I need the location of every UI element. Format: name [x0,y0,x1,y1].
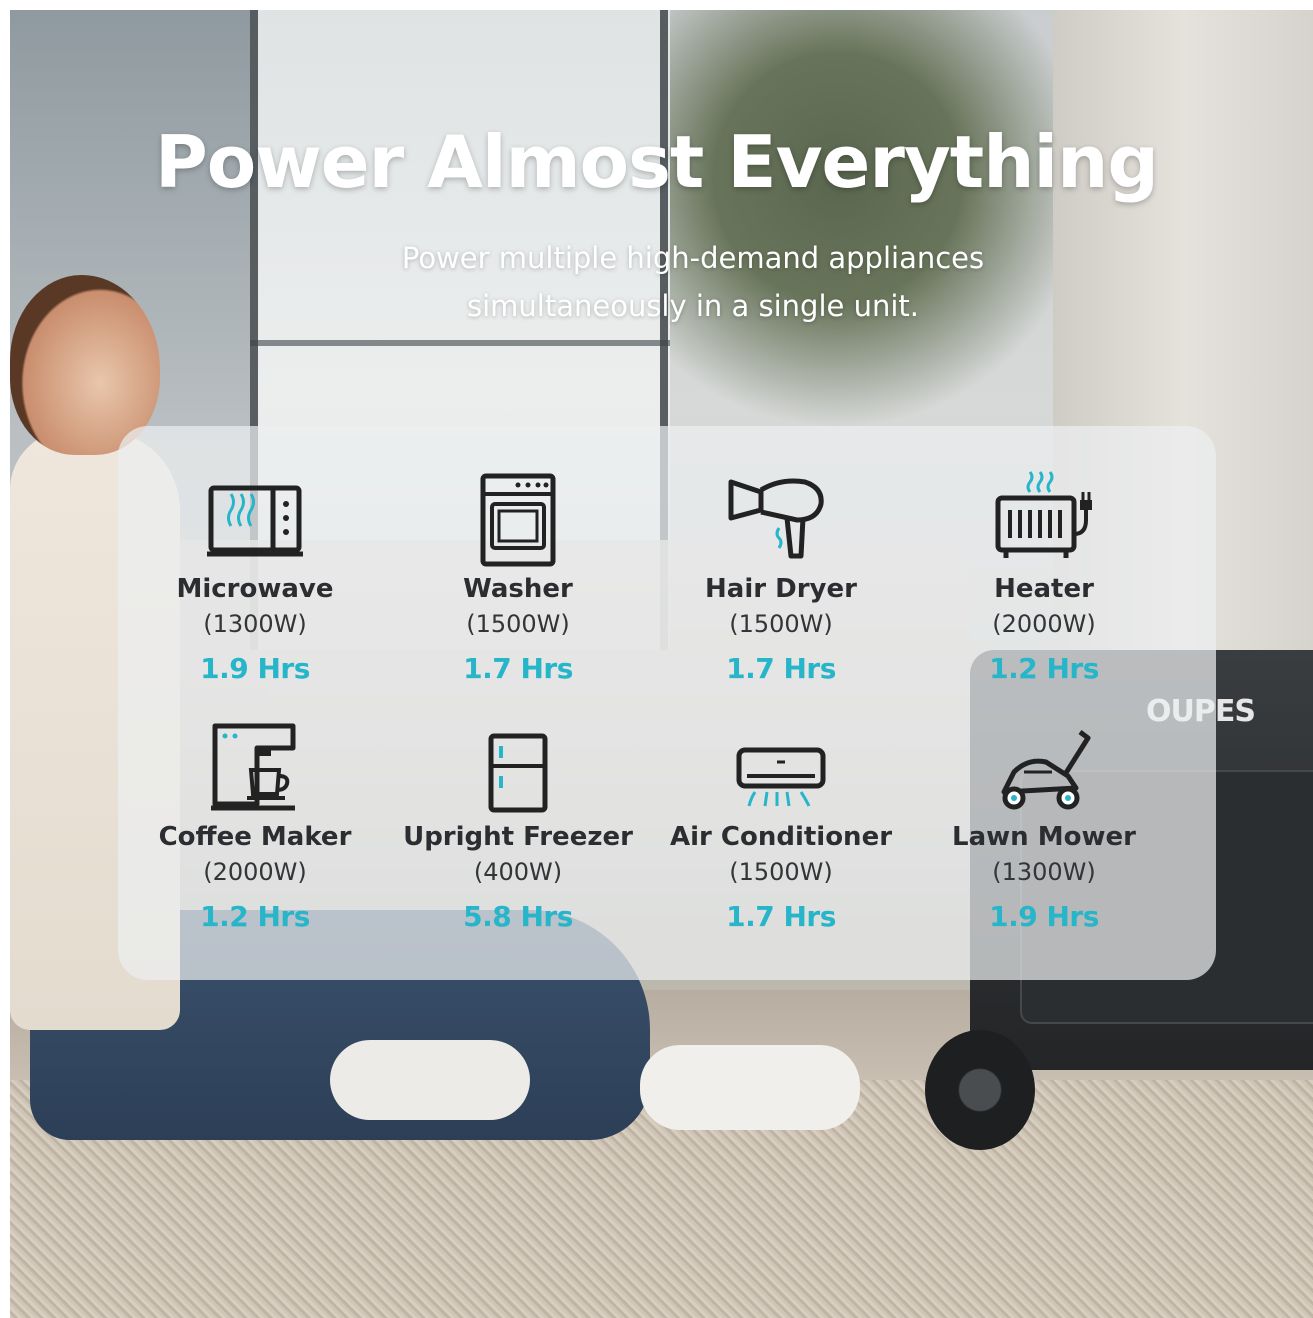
appliance-name: Air Conditioner [669,822,893,852]
appliance-runtime: 1.7 Hrs [726,900,836,933]
subtitle-line: simultaneously in a single unit. [466,289,919,323]
appliance-runtime: 1.2 Hrs [989,652,1099,685]
hair-dryer-icon [728,478,824,559]
appliance-wattage: (1500W) [729,858,833,886]
appliance-name: Heater [994,574,1094,604]
plant [670,10,1090,430]
appliance-card: Hair Dryer (1500W) 1.7 Hrs [650,470,912,685]
coffee-maker-icon [211,723,296,811]
subtitle-line: Power multiple high-demand appliances [401,241,985,275]
appliance-wattage: (1300W) [203,610,307,638]
appliance-card: Microwave (1300W) 1.9 Hrs [124,470,386,685]
lawn-mower-icon [1001,730,1091,810]
microwave-icon [207,485,303,557]
appliance-name: Lawn Mower [952,822,1136,852]
appliance-runtime: 1.7 Hrs [463,652,573,685]
appliance-name: Washer [463,574,573,604]
power-station-wheel [925,1030,1035,1150]
person-sock [640,1045,860,1130]
washer-icon [480,473,556,567]
appliance-runtime: 1.2 Hrs [200,900,310,933]
appliance-card: Heater (2000W) 1.2 Hrs [913,470,1175,685]
page-title: Power Almost Everything [155,120,1159,204]
appliance-runtime: 1.7 Hrs [726,652,836,685]
appliance-runtime: 5.8 Hrs [463,900,573,933]
appliance-card: Coffee Maker (2000W) 1.2 Hrs [124,718,386,933]
person-sock [330,1040,530,1120]
appliance-runtime: 1.9 Hrs [200,652,310,685]
air-conditioner-icon [736,747,826,807]
appliance-name: Hair Dryer [705,574,857,604]
appliance-card: Washer (1500W) 1.7 Hrs [387,470,649,685]
appliance-wattage: (2000W) [203,858,307,886]
appliance-card: Lawn Mower (1300W) 1.9 Hrs [913,718,1175,933]
heater-icon [995,471,1092,558]
appliance-card: Upright Freezer (400W) 5.8 Hrs [387,718,649,933]
appliance-wattage: (400W) [473,858,563,886]
appliance-runtime: 1.9 Hrs [989,900,1099,933]
appliance-name: Microwave [176,574,334,604]
appliance-wattage: (1500W) [729,610,833,638]
appliance-name: Upright Freezer [403,822,633,852]
appliance-name: Coffee Maker [158,822,352,852]
window-frame [250,340,670,346]
appliance-wattage: (1300W) [992,858,1096,886]
appliance-card: Air Conditioner (1500W) 1.7 Hrs [650,718,912,933]
freezer-icon [488,733,548,813]
appliance-wattage: (2000W) [992,610,1096,638]
page-subtitle: Power multiple high-demand appliances si… [0,234,1313,330]
appliance-wattage: (1500W) [466,610,570,638]
